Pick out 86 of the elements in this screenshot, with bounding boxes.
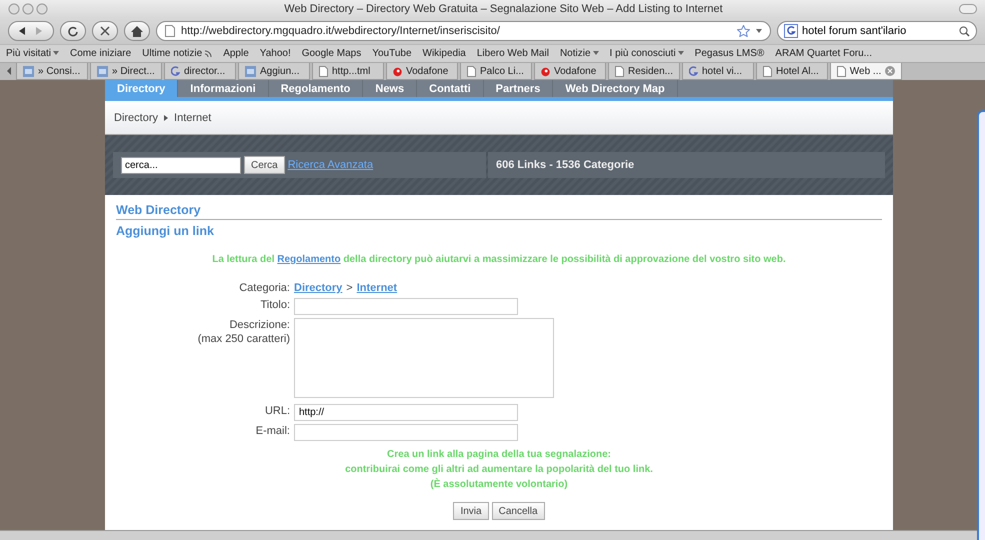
browser-tab[interactable]: Palco Li... — [460, 63, 532, 80]
home-icon — [131, 26, 143, 36]
browser-tab[interactable]: director... — [164, 63, 236, 80]
site-favicon-icon — [97, 66, 108, 76]
search-button[interactable]: Cerca — [244, 156, 285, 174]
star-icon[interactable] — [737, 25, 750, 37]
bookmark-link[interactable]: Yahoo! — [260, 48, 291, 59]
letter-g-icon — [171, 66, 180, 76]
letter-g-icon — [784, 24, 798, 38]
description-field[interactable] — [294, 318, 554, 398]
caret-icon — [53, 51, 60, 56]
promo-text: (È assolutamente volontario) — [429, 477, 569, 492]
bookmark-link[interactable]: Libero Web Mail — [476, 48, 549, 59]
document-icon — [615, 66, 624, 76]
section-title: Web Directory — [116, 203, 882, 220]
browser-tab[interactable]: Vodafone — [534, 63, 606, 80]
input-field[interactable] — [294, 298, 518, 315]
letter-g-icon — [689, 66, 698, 76]
field-label: Descrizione: — [228, 318, 290, 332]
form-button[interactable]: Cancella — [492, 502, 545, 520]
field-label: URL: — [264, 404, 290, 418]
caret-icon — [678, 51, 684, 56]
address-field[interactable]: http://webdirectory.mgquadro.it/webdirectory/Internet/inseriscisito/ — [156, 21, 771, 41]
browser-tab[interactable]: Residen... — [608, 63, 680, 80]
bookmark-link[interactable]: Wikipedia — [422, 48, 466, 59]
form-title: Aggiungi un link — [116, 224, 215, 238]
browser-tab[interactable]: Hotel Al... — [756, 63, 828, 80]
bookmark-link[interactable]: YouTube — [372, 48, 412, 59]
reload-button[interactable] — [60, 21, 86, 41]
bookmark-link[interactable]: Ultime notizie — [142, 48, 212, 59]
search-input[interactable]: cerca... — [121, 156, 241, 174]
bookmark-link[interactable]: Notizie — [560, 48, 599, 59]
bookmark-link[interactable]: I più conosciuti — [610, 48, 684, 59]
browser-tab[interactable]: http...tml — [312, 63, 384, 80]
field-label: Titolo: — [259, 298, 290, 312]
browser-tab[interactable]: » Consi... — [16, 63, 88, 80]
back-forward-button[interactable] — [8, 21, 54, 41]
feed-icon — [204, 50, 212, 58]
document-icon — [165, 25, 175, 37]
browser-tab[interactable]: » Direct... — [90, 63, 162, 80]
notice-text: La lettura del Regolamento della directory può aiutarvi a massimizzare le possibilità di approvazione del vostro sito web. — [211, 253, 787, 267]
chevron-icon — [164, 114, 168, 120]
form-button[interactable]: Invia — [453, 502, 489, 520]
bookmark-link[interactable]: Apple — [223, 48, 249, 59]
search-icon[interactable] — [959, 26, 970, 36]
input-field[interactable] — [294, 424, 518, 441]
site-favicon-icon — [23, 66, 34, 76]
stop-button[interactable] — [92, 21, 118, 41]
close-icon[interactable] — [885, 66, 895, 76]
close-icon — [100, 26, 110, 36]
breadcrumb-link[interactable]: Directory — [114, 112, 158, 124]
bookmark-link[interactable]: Come iniziare — [70, 48, 132, 59]
input-field[interactable]: http:// — [294, 404, 518, 421]
document-icon — [763, 66, 772, 76]
search-field[interactable]: hotel forum sant'ilario — [777, 21, 977, 41]
field-label: E-mail: — [254, 424, 290, 438]
caret-icon — [592, 51, 599, 56]
drop-icon — [393, 66, 402, 76]
window-controls-icon[interactable] — [8, 3, 48, 15]
caret-icon — [756, 28, 762, 34]
promo-text: Crea un link alla pagina della tua segnalazione: — [386, 448, 612, 462]
reload-icon — [67, 25, 79, 37]
site-favicon-icon — [245, 66, 256, 76]
field-hint: (max 250 caratteri) — [196, 332, 290, 346]
browser-tab[interactable]: hotel vi... — [682, 63, 754, 80]
bookmark-link[interactable]: Pegasus LMS® — [694, 48, 764, 59]
browser-tab[interactable]: Aggiun... — [238, 63, 310, 80]
browser-tab[interactable]: Web ... — [830, 63, 902, 80]
toolbar-toggle-icon[interactable] — [959, 4, 977, 14]
bookmark-link[interactable]: ARAM Quartet Foru... — [775, 48, 872, 59]
field-label: Categoria: — [238, 281, 290, 295]
document-icon — [837, 66, 846, 76]
document-icon — [319, 66, 328, 76]
breadcrumb-link[interactable]: Internet — [174, 112, 212, 124]
nav-tab[interactable]: Regolamento — [268, 80, 364, 97]
promo-text: contribuirai come gli altri ad aumentare la popolarità del tuo link. — [344, 463, 654, 477]
bookmark-link[interactable]: Più visitati — [6, 48, 60, 59]
nav-tab[interactable]: Partners — [484, 80, 554, 97]
separator-text: > — [346, 282, 353, 294]
bookmark-link[interactable]: Google Maps — [302, 48, 362, 59]
window-title: Web Directory – Directory Web Gratuita – Segnalazione Sito Web – Add Listing to Internet — [283, 3, 724, 15]
document-icon — [467, 66, 476, 76]
drop-icon — [541, 66, 550, 76]
stats-text: 606 Links - 1536 Categorie — [496, 159, 634, 171]
home-button[interactable] — [124, 21, 150, 41]
browser-tab[interactable]: Vodafone — [386, 63, 458, 80]
